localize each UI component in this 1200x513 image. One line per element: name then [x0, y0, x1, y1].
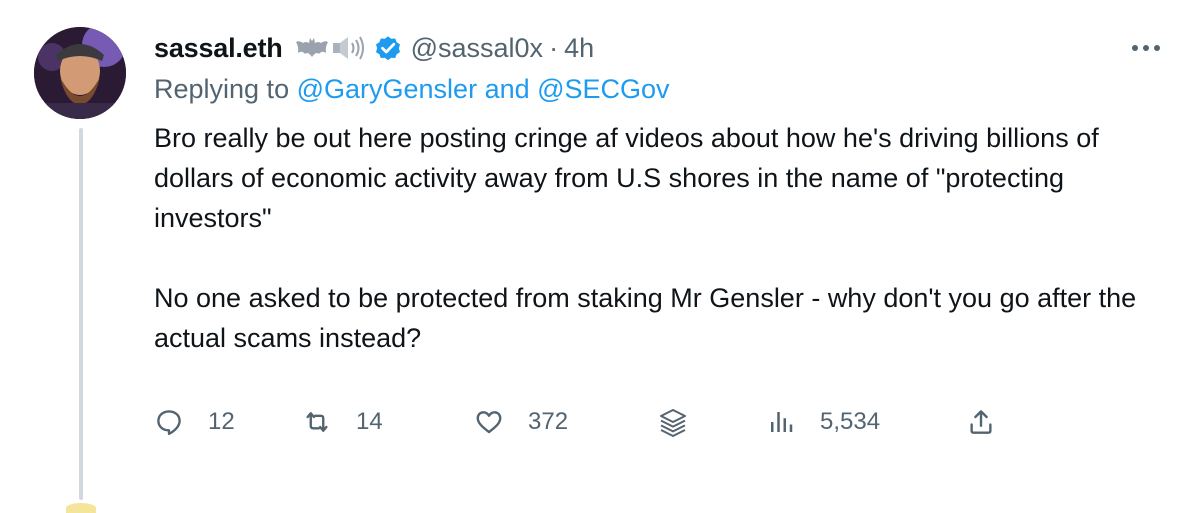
bat-emoji-icon [295, 38, 328, 57]
replying-to: Replying to @GaryGensler and @SECGov [154, 74, 670, 105]
avatar-image [34, 27, 126, 119]
tweet-paragraph-1: Bro really be out here posting cringe af… [154, 123, 1099, 233]
verified-badge-icon[interactable] [373, 33, 403, 63]
stack-icon [660, 409, 686, 437]
tweet-text: Bro really be out here posting cringe af… [154, 118, 1164, 358]
stack-button[interactable] [657, 400, 689, 444]
views-button[interactable]: 5,534 [766, 400, 880, 444]
replying-prefix: Replying to [154, 74, 290, 104]
views-count: 5,534 [820, 408, 881, 435]
separator-dot: · [549, 32, 559, 63]
speaker-emoji-icon [332, 36, 364, 60]
tweet[interactable]: sassal.eth @sassal0x · 4h Replying to @G… [0, 0, 1200, 513]
share-button[interactable] [966, 400, 996, 444]
next-avatar[interactable] [66, 503, 96, 513]
retweet-icon [306, 412, 328, 432]
reply-button[interactable]: 12 [154, 400, 235, 444]
share-icon [970, 410, 992, 434]
reply-icon [157, 410, 181, 436]
timestamp[interactable]: 4h [564, 33, 594, 64]
replying-mentions[interactable]: @GaryGensler and @SECGov [297, 74, 670, 104]
action-bar: 12 14 372 5,534 [154, 400, 1014, 444]
tweet-paragraph-2: No one asked to be protected from stakin… [154, 283, 1137, 353]
avatar[interactable] [34, 27, 126, 119]
reply-count: 12 [208, 408, 235, 435]
like-button[interactable]: 372 [474, 400, 568, 444]
thread-line [79, 128, 83, 500]
name-emojis [295, 34, 367, 62]
display-name[interactable]: sassal.eth [154, 33, 283, 64]
retweet-count: 14 [356, 408, 383, 435]
retweet-button[interactable]: 14 [302, 400, 383, 444]
more-icon[interactable] [1126, 30, 1166, 66]
like-count: 372 [528, 408, 569, 435]
handle[interactable]: @sassal0x [411, 33, 543, 64]
tweet-header: sassal.eth @sassal0x · 4h [154, 28, 594, 68]
like-icon [476, 411, 502, 434]
views-icon [771, 412, 793, 432]
